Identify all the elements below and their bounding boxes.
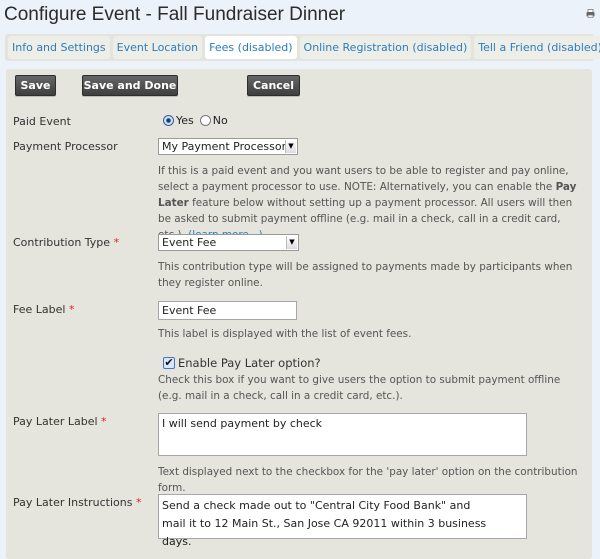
chevron-down-icon: ▼ (286, 236, 297, 249)
fee-label-help: This label is displayed with the list of… (158, 328, 412, 340)
required-marker: * (113, 236, 120, 249)
paid-event-yes-label: Yes (176, 114, 194, 127)
tab-tell-a-friend[interactable]: Tell a Friend (disabled) (474, 36, 600, 59)
paid-event-yes-radio[interactable] (163, 115, 174, 126)
chevron-down-icon: ▼ (285, 140, 296, 153)
printer-icon[interactable] (586, 9, 595, 18)
payment-processor-help: If this is a paid event and you want use… (158, 163, 586, 243)
paid-event-label: Paid Event (13, 115, 71, 128)
pay-later-label-help: Text displayed next to the checkbox for … (158, 466, 578, 494)
required-marker: * (135, 496, 142, 509)
pay-later-instructions-textarea[interactable]: Send a check made out to "Central City F… (158, 494, 527, 548)
tab-event-location[interactable]: Event Location (112, 36, 203, 59)
enable-pay-later-checkbox[interactable]: ✔ (163, 357, 175, 369)
pay-later-instructions-label: Pay Later Instructions * (13, 496, 141, 509)
pay-later-label-label: Pay Later Label * (13, 415, 107, 428)
contribution-type-help: This contribution type will be assigned … (158, 261, 573, 289)
tab-info-and-settings[interactable]: Info and Settings (8, 36, 110, 59)
fee-label-label: Fee Label * (13, 303, 74, 316)
tab-fees[interactable]: Fees (disabled) (205, 36, 297, 59)
cancel-button[interactable]: Cancel (247, 75, 300, 96)
pay-later-label-label-text: Pay Later Label (13, 415, 98, 428)
paid-event-radio-group: Yes No (163, 114, 228, 127)
payment-processor-value: My Payment Processor (162, 140, 287, 153)
tab-online-registration[interactable]: Online Registration (disabled) (299, 36, 472, 59)
fee-label-label-text: Fee Label (13, 303, 66, 316)
contribution-type-select[interactable]: Event Fee ▼ (158, 234, 299, 251)
page-title: Configure Event - Fall Fundraiser Dinner (4, 4, 346, 25)
fees-form-panel: Save Save and Done Cancel Paid Event Yes… (6, 69, 592, 559)
pay-later-instructions-label-text: Pay Later Instructions (13, 496, 133, 509)
payment-processor-select[interactable]: My Payment Processor ▼ (158, 138, 298, 155)
fee-label-input[interactable]: Event Fee (158, 301, 297, 320)
required-marker: * (68, 303, 75, 316)
contribution-type-value: Event Fee (162, 236, 217, 249)
enable-pay-later-help: Check this box if you want to give users… (158, 374, 561, 402)
contribution-type-label: Contribution Type * (13, 236, 119, 249)
payment-processor-label: Payment Processor (13, 140, 118, 153)
save-and-done-button[interactable]: Save and Done (82, 75, 178, 96)
save-button[interactable]: Save (15, 75, 56, 96)
paid-event-no-label: No (212, 114, 228, 127)
paid-event-no-radio[interactable] (199, 115, 211, 126)
tab-bar: Info and Settings Event Location Fees (d… (5, 34, 600, 61)
help-text: If this is a paid event and you want use… (158, 165, 569, 193)
pay-later-label-textarea[interactable]: I will send payment by check (158, 413, 527, 456)
required-marker: * (101, 415, 107, 428)
contribution-type-label-text: Contribution Type (13, 236, 111, 249)
enable-pay-later-label: Enable Pay Later option? (178, 356, 321, 370)
